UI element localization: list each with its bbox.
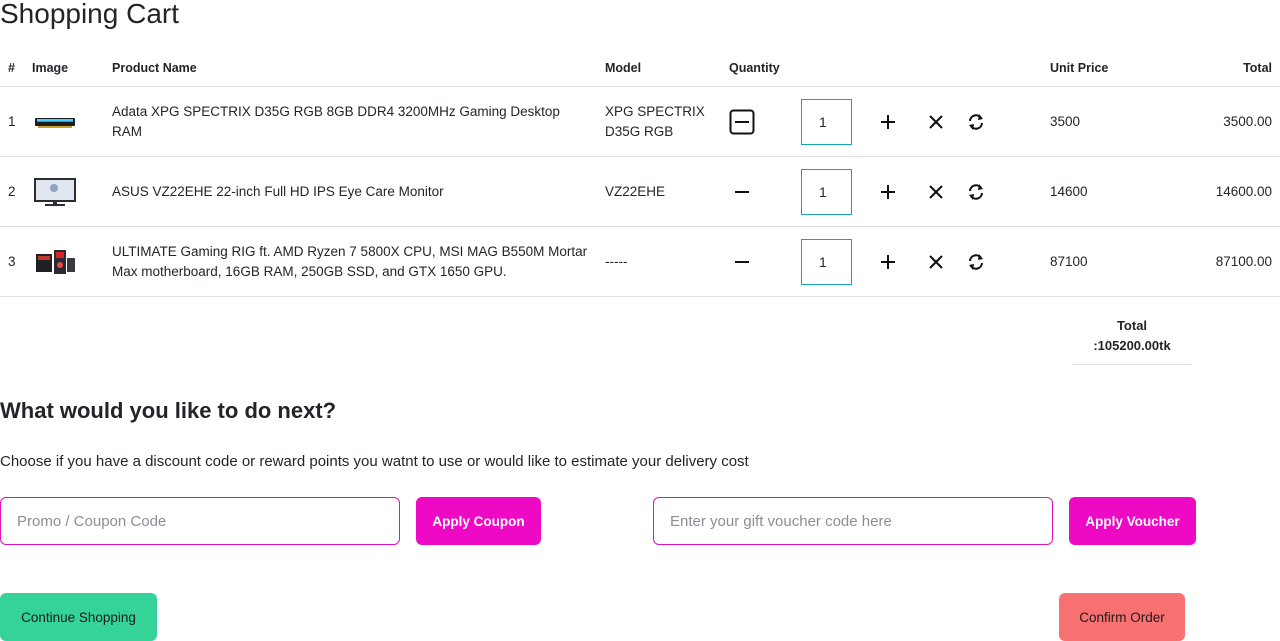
header-product-name: Product Name — [104, 50, 597, 87]
header-number: # — [0, 50, 24, 87]
pc-rig-thumbnail — [36, 249, 75, 274]
next-steps-heading: What would you like to do next? — [0, 398, 337, 423]
continue-shopping-button[interactable]: Continue Shopping — [0, 593, 157, 641]
product-model: ----- — [597, 226, 721, 297]
header-total: Total — [1194, 50, 1280, 87]
quantity-cell — [721, 156, 1042, 227]
row-total: 3500.00 — [1194, 86, 1280, 157]
refresh-icon — [969, 183, 983, 200]
quantity-cell — [721, 226, 1042, 297]
table-row: 2 ASUS VZ22EHE 22-inch Full HD IPS Eye C… — [0, 156, 1280, 227]
row-number: 3 — [0, 226, 24, 297]
row-total: 14600.00 — [1194, 156, 1280, 227]
product-name[interactable]: Adata XPG SPECTRIX D35G RGB 8GB DDR4 320… — [104, 86, 597, 157]
increase-quantity-button[interactable] — [876, 110, 900, 134]
minus-icon — [735, 190, 749, 193]
header-quantity: Quantity — [721, 50, 1042, 87]
product-image[interactable] — [24, 156, 104, 227]
update-quantity-button[interactable] — [964, 250, 988, 274]
monitor-thumbnail — [34, 177, 76, 206]
row-number: 2 — [0, 156, 24, 227]
header-unit-price: Unit Price — [1042, 50, 1194, 87]
close-icon — [929, 114, 943, 129]
table-row: 1 Adata XPG SPECTRIX D35G RGB 8GB DDR4 3… — [0, 86, 1280, 157]
product-image[interactable] — [24, 86, 104, 157]
remove-item-button[interactable] — [924, 180, 948, 204]
header-model: Model — [597, 50, 721, 87]
quantity-input[interactable] — [801, 98, 852, 145]
increase-quantity-button[interactable] — [876, 250, 900, 274]
increase-quantity-button[interactable] — [876, 180, 900, 204]
decrease-quantity-button[interactable] — [729, 179, 755, 205]
minus-icon — [735, 260, 749, 263]
row-number: 1 — [0, 86, 24, 157]
coupon-code-input[interactable] — [0, 497, 400, 545]
remove-item-button[interactable] — [924, 250, 948, 274]
close-icon — [929, 184, 943, 199]
grand-total-value: :105200.00tk — [1093, 338, 1171, 353]
unit-price: 87100 — [1042, 226, 1194, 297]
remove-item-button[interactable] — [924, 110, 948, 134]
product-image[interactable] — [24, 226, 104, 297]
minus-icon — [729, 109, 755, 134]
unit-price: 14600 — [1042, 156, 1194, 227]
row-total: 87100.00 — [1194, 226, 1280, 297]
product-name[interactable]: ULTIMATE Gaming RIG ft. AMD Ryzen 7 5800… — [104, 226, 597, 297]
refresh-icon — [969, 113, 983, 130]
apply-voucher-button[interactable]: Apply Voucher — [1069, 497, 1196, 545]
cart-grand-total: Total :105200.00tk — [1072, 316, 1192, 365]
plus-icon — [881, 114, 895, 129]
table-row: 3 ULTIMATE Gaming RIG ft. AMD Ryzen 7 58… — [0, 226, 1280, 297]
plus-icon — [881, 184, 895, 199]
decrease-quantity-button[interactable] — [729, 249, 755, 275]
update-quantity-button[interactable] — [964, 110, 988, 134]
product-model: VZ22EHE — [597, 156, 721, 227]
update-quantity-button[interactable] — [964, 180, 988, 204]
quantity-input[interactable] — [801, 168, 852, 215]
ram-stick-thumbnail — [35, 117, 75, 128]
page-title: Shopping Cart — [0, 0, 180, 29]
cart-table: # Image Product Name Model Quantity Unit… — [0, 50, 1280, 297]
quantity-input[interactable] — [801, 238, 852, 285]
apply-coupon-button[interactable]: Apply Coupon — [416, 497, 541, 545]
unit-price: 3500 — [1042, 86, 1194, 157]
gift-voucher-input[interactable] — [653, 497, 1053, 545]
close-icon — [929, 254, 943, 269]
quantity-cell — [721, 86, 1042, 157]
decrease-quantity-button[interactable] — [729, 109, 755, 135]
product-name[interactable]: ASUS VZ22EHE 22-inch Full HD IPS Eye Car… — [104, 156, 597, 227]
plus-icon — [881, 254, 895, 269]
product-model: XPG SPECTRIX D35G RGB — [597, 86, 721, 157]
table-header-row: # Image Product Name Model Quantity Unit… — [0, 50, 1280, 87]
next-steps-description: Choose if you have a discount code or re… — [0, 453, 749, 470]
confirm-order-button[interactable]: Confirm Order — [1059, 593, 1185, 641]
grand-total-label: Total — [1116, 318, 1148, 333]
refresh-icon — [969, 253, 983, 270]
header-image: Image — [24, 50, 104, 87]
